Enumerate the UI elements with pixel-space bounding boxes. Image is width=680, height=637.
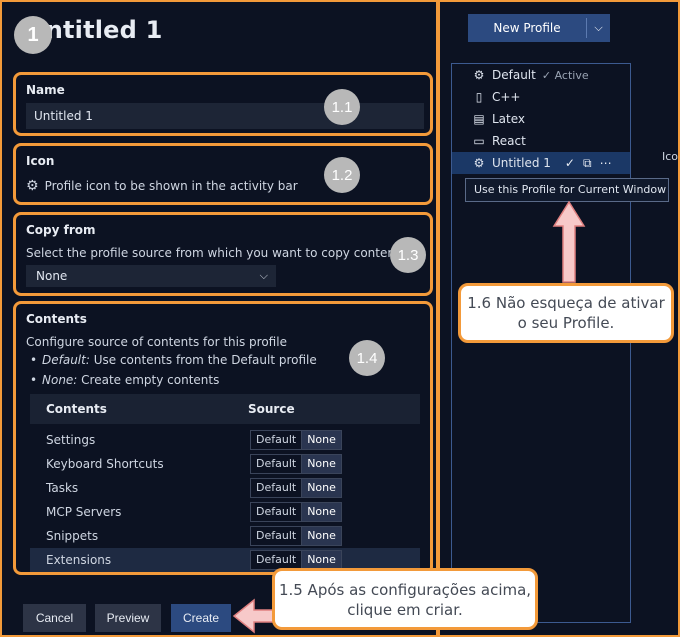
step-badge-1-2: 1.2 xyxy=(324,157,360,193)
name-section: Name Untitled 1 1.1 xyxy=(13,72,433,136)
table-row: Keyboard Shortcuts Default None xyxy=(30,452,420,476)
step-badge-1-1: 1.1 xyxy=(324,89,360,125)
profile-item-default[interactable]: ⚙ Default ✓ Active xyxy=(452,64,630,86)
contents-label: Contents xyxy=(26,312,87,326)
none-option[interactable]: None xyxy=(302,431,341,449)
table-row: MCP Servers Default None xyxy=(30,500,420,524)
create-button[interactable]: Create xyxy=(171,604,231,632)
copy-from-value: None xyxy=(36,269,68,283)
bullet-default: Default: Use contents from the Default p… xyxy=(30,353,317,367)
callout-create: 1.5 Após as configurações acima, clique … xyxy=(272,568,538,630)
name-input[interactable]: Untitled 1 xyxy=(26,103,424,129)
chevron-down-icon[interactable]: ⌵ xyxy=(587,21,610,35)
icon-picker[interactable]: ⚙ Profile icon to be shown in the activi… xyxy=(26,178,298,194)
icon-description: Profile icon to be shown in the activity… xyxy=(44,179,298,193)
contents-table-header: Contents Source xyxy=(30,394,420,424)
tooltip: Use this Profile for Current Window xyxy=(465,178,669,202)
copy-from-section: Copy from Select the profile source from… xyxy=(13,212,433,296)
browser-icon: ▭ xyxy=(473,134,485,148)
new-window-icon[interactable]: ⧉ xyxy=(583,156,592,171)
default-option[interactable]: Default xyxy=(251,551,303,569)
gear-icon[interactable]: ⚙ xyxy=(26,178,39,194)
more-icon[interactable]: ⋯ xyxy=(600,156,612,171)
step-badge-1: 1 xyxy=(14,16,52,54)
active-status: ✓ Active xyxy=(541,68,589,82)
column-source: Source xyxy=(248,402,295,416)
none-option[interactable]: None xyxy=(302,527,341,545)
table-row: Snippets Default None xyxy=(30,524,420,548)
new-profile-button[interactable]: New Profile ⌵ xyxy=(468,14,610,42)
check-icon[interactable]: ✓ xyxy=(565,156,575,171)
name-label: Name xyxy=(26,83,65,97)
default-option[interactable]: Default xyxy=(251,455,303,473)
gear-icon: ⚙ xyxy=(473,68,485,82)
source-toggle[interactable]: Default None xyxy=(250,454,342,474)
notebook-icon: ▯ xyxy=(475,90,483,104)
source-toggle[interactable]: Default None xyxy=(250,478,342,498)
source-toggle[interactable]: Default None xyxy=(250,526,342,546)
default-option[interactable]: Default xyxy=(251,503,303,521)
copy-from-select[interactable]: None ⌵ xyxy=(26,265,276,287)
document-icon: ▤ xyxy=(473,112,485,126)
bullet-none: None: Create empty contents xyxy=(30,373,219,387)
column-contents: Contents xyxy=(46,402,107,416)
none-option[interactable]: None xyxy=(302,479,341,497)
icon-label: Icon xyxy=(26,154,55,168)
profile-item-latex[interactable]: ▤ Latex xyxy=(452,108,630,130)
callout-activate: 1.6 Não esqueça de ativar o seu Profile. xyxy=(458,283,674,343)
source-toggle[interactable]: Default None xyxy=(250,430,342,450)
step-badge-1-4: 1.4 xyxy=(349,340,385,376)
chevron-down-icon: ⌵ xyxy=(259,269,268,282)
none-option[interactable]: None xyxy=(302,455,341,473)
cancel-button[interactable]: Cancel xyxy=(23,604,86,632)
preview-button[interactable]: Preview xyxy=(95,604,161,632)
step-badge-1-3: 1.3 xyxy=(390,237,426,273)
icon-section: Icon ⚙ Profile icon to be shown in the a… xyxy=(13,143,433,205)
copy-from-description: Select the profile source from which you… xyxy=(26,246,406,260)
default-option[interactable]: Default xyxy=(251,527,303,545)
profile-item-react[interactable]: ▭ React xyxy=(452,130,630,152)
copy-from-label: Copy from xyxy=(26,223,96,237)
contents-section: Contents Configure source of contents fo… xyxy=(13,301,433,575)
profile-item-cpp[interactable]: ▯ C++ xyxy=(452,86,630,108)
contents-description: Configure source of contents for this pr… xyxy=(26,335,287,349)
gear-icon: ⚙ xyxy=(473,156,485,170)
arrow-up-icon xyxy=(552,200,586,283)
profile-list: ⚙ Default ✓ Active ▯ C++ ▤ Latex ▭ React… xyxy=(451,63,631,623)
profile-item-untitled-1[interactable]: ⚙ Untitled 1 ✓ ⧉ ⋯ xyxy=(452,152,630,174)
profile-editor-pane: Untitled 1 1 Name Untitled 1 1.1 Icon ⚙ … xyxy=(0,0,438,637)
table-row: Tasks Default None xyxy=(30,476,420,500)
none-option[interactable]: None xyxy=(302,503,341,521)
table-row: Settings Default None xyxy=(30,428,420,452)
source-toggle[interactable]: Default None xyxy=(250,550,342,570)
source-toggle[interactable]: Default None xyxy=(250,502,342,522)
none-option[interactable]: None xyxy=(302,551,341,569)
new-profile-label: New Profile xyxy=(493,21,561,35)
default-option[interactable]: Default xyxy=(251,479,303,497)
default-option[interactable]: Default xyxy=(251,431,303,449)
cut-off-label: Ico xyxy=(662,150,679,163)
